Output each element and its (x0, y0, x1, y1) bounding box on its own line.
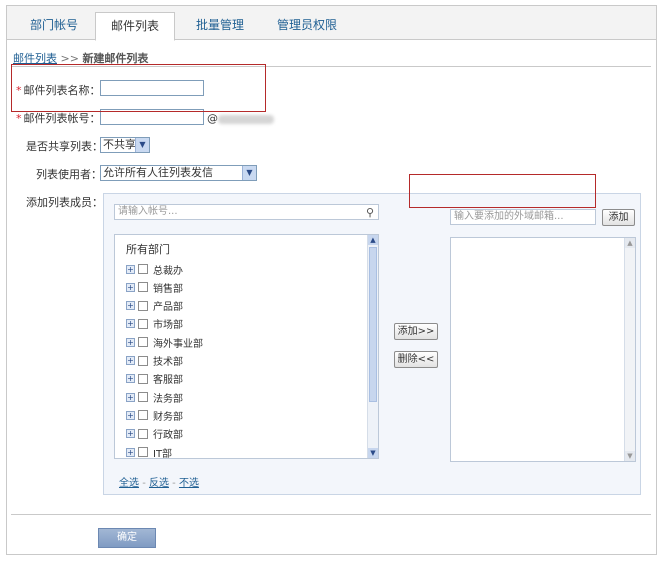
chevron-down-icon[interactable]: ▼ (135, 138, 149, 152)
department-checkbox[interactable] (138, 355, 148, 366)
department-label: IT部 (153, 448, 173, 460)
share-list-select[interactable]: 不共享 ▼ (100, 137, 150, 153)
expand-icon[interactable]: + (126, 319, 135, 329)
department-checkbox[interactable] (138, 337, 148, 348)
expand-icon[interactable]: + (126, 374, 135, 384)
department-label: 产品部 (153, 302, 183, 314)
external-email-placeholder: 输入要添加的外域邮箱... (454, 211, 564, 222)
footer-divider (11, 514, 651, 515)
members-panel: 请输入帐号... ⚲ 所有部门 + 总裁办 + 销售部 + 产品部 + 市场部 + 海外事业部 + 技… (103, 193, 641, 495)
expand-icon[interactable]: + (126, 410, 135, 420)
select-all-link[interactable]: 全选 (119, 478, 139, 489)
invert-selection-link[interactable]: 反选 (149, 478, 169, 489)
highlight-box-external (409, 174, 596, 208)
tree-item[interactable]: + 市场部 (126, 317, 183, 331)
tab-bar: 部门帐号 邮件列表 批量管理 管理员权限 (7, 6, 656, 41)
scroll-up-icon[interactable]: ▲ (368, 235, 378, 245)
tab-mailing-lists[interactable]: 邮件列表 (95, 12, 175, 41)
tab-department-accounts[interactable]: 部门帐号 (13, 12, 95, 40)
expand-icon[interactable]: + (126, 356, 135, 365)
search-icon[interactable]: ⚲ (366, 206, 374, 220)
department-label: 海外事业部 (153, 338, 203, 350)
department-label: 市场部 (153, 320, 183, 332)
department-label: 财务部 (153, 411, 183, 423)
department-checkbox[interactable] (138, 318, 148, 329)
department-checkbox[interactable] (138, 392, 148, 403)
highlight-box-name (11, 64, 266, 112)
department-label: 客服部 (153, 375, 183, 387)
list-users-label: 列表使用者： (36, 168, 102, 181)
required-mark: * (16, 112, 22, 125)
select-none-link[interactable]: 不选 (179, 478, 199, 489)
tree-item[interactable]: + 销售部 (126, 280, 183, 295)
tree-item[interactable]: + 客服部 (126, 372, 183, 386)
tree-root-all-departments[interactable]: 所有部门 (126, 241, 170, 257)
selection-links: 全选 - 反选 - 不选 (119, 474, 199, 489)
department-checkbox[interactable] (138, 428, 148, 439)
tree-scrollbar[interactable]: ▲ ▼ (367, 235, 378, 458)
selected-list-scrollbar[interactable]: ▲ ▼ (624, 238, 635, 461)
account-search-placeholder: 请输入帐号... (118, 206, 178, 217)
add-members-button[interactable]: 添加>> (394, 323, 438, 340)
department-checkbox[interactable] (138, 282, 148, 293)
scroll-up-icon[interactable]: ▲ (625, 238, 635, 248)
remove-members-button[interactable]: 删除<< (394, 351, 438, 368)
department-checkbox[interactable] (138, 447, 148, 457)
add-members-label: 添加列表成员： (26, 196, 103, 209)
department-checkbox[interactable] (138, 410, 148, 421)
department-checkbox[interactable] (138, 373, 148, 384)
scroll-down-icon[interactable]: ▼ (625, 451, 635, 461)
expand-icon[interactable]: + (126, 392, 135, 402)
confirm-button[interactable]: 确定 (98, 528, 156, 548)
tree-item[interactable]: + 行政部 (126, 427, 183, 441)
department-label: 总裁办 (153, 265, 183, 277)
expand-icon[interactable]: + (126, 301, 135, 311)
department-checkbox[interactable] (138, 264, 148, 274)
expand-icon[interactable]: + (126, 447, 135, 457)
tree-item[interactable]: + 财务部 (126, 408, 183, 423)
list-users-value: 允许所有人往列表发信 (103, 166, 213, 179)
tree-item[interactable]: + 产品部 (126, 299, 183, 313)
scroll-thumb[interactable] (369, 247, 377, 402)
link-separator: - (142, 478, 146, 489)
account-search-input[interactable]: 请输入帐号... ⚲ (114, 204, 379, 220)
department-checkbox[interactable] (138, 300, 148, 311)
at-sign: @ (207, 112, 218, 125)
department-label: 销售部 (153, 283, 183, 295)
share-list-value: 不共享 (103, 138, 136, 151)
add-external-button[interactable]: 添加 (602, 209, 635, 226)
department-label: 技术部 (153, 357, 183, 368)
tree-item[interactable]: + 技术部 (126, 354, 183, 368)
tree-item[interactable]: + 法务部 (126, 390, 183, 405)
share-list-label: 是否共享列表： (26, 140, 103, 153)
department-tree: 所有部门 + 总裁办 + 销售部 + 产品部 + 市场部 + 海外事业部 + 技术部 + 客服部 + 法务部 +… (114, 234, 379, 460)
blurred-domain (218, 115, 274, 124)
list-users-select[interactable]: 允许所有人往列表发信 ▼ (100, 165, 257, 181)
department-label: 法务部 (153, 393, 183, 405)
external-email-input[interactable]: 输入要添加的外域邮箱... (450, 209, 596, 225)
selected-members-list: ▲ ▼ (450, 237, 636, 462)
tree-item[interactable]: + 总裁办 (126, 262, 183, 277)
expand-icon[interactable]: + (126, 264, 135, 274)
tree-item[interactable]: + IT部 (126, 445, 173, 460)
tab-batch-management[interactable]: 批量管理 (179, 12, 261, 40)
expand-icon[interactable]: + (126, 337, 135, 347)
department-label: 行政部 (153, 430, 183, 442)
expand-icon[interactable]: + (126, 429, 135, 439)
expand-icon[interactable]: + (126, 282, 135, 292)
main-frame: 部门帐号 邮件列表 批量管理 管理员权限 邮件列表 >> 新建邮件列表 * 邮件列… (6, 5, 657, 555)
link-separator: - (172, 478, 176, 489)
tree-item[interactable]: + 海外事业部 (126, 335, 203, 350)
scroll-down-icon[interactable]: ▼ (368, 448, 378, 458)
chevron-down-icon[interactable]: ▼ (242, 166, 256, 180)
list-account-label: * 邮件列表帐号： (16, 112, 101, 125)
tab-admin-permissions[interactable]: 管理员权限 (261, 12, 353, 40)
